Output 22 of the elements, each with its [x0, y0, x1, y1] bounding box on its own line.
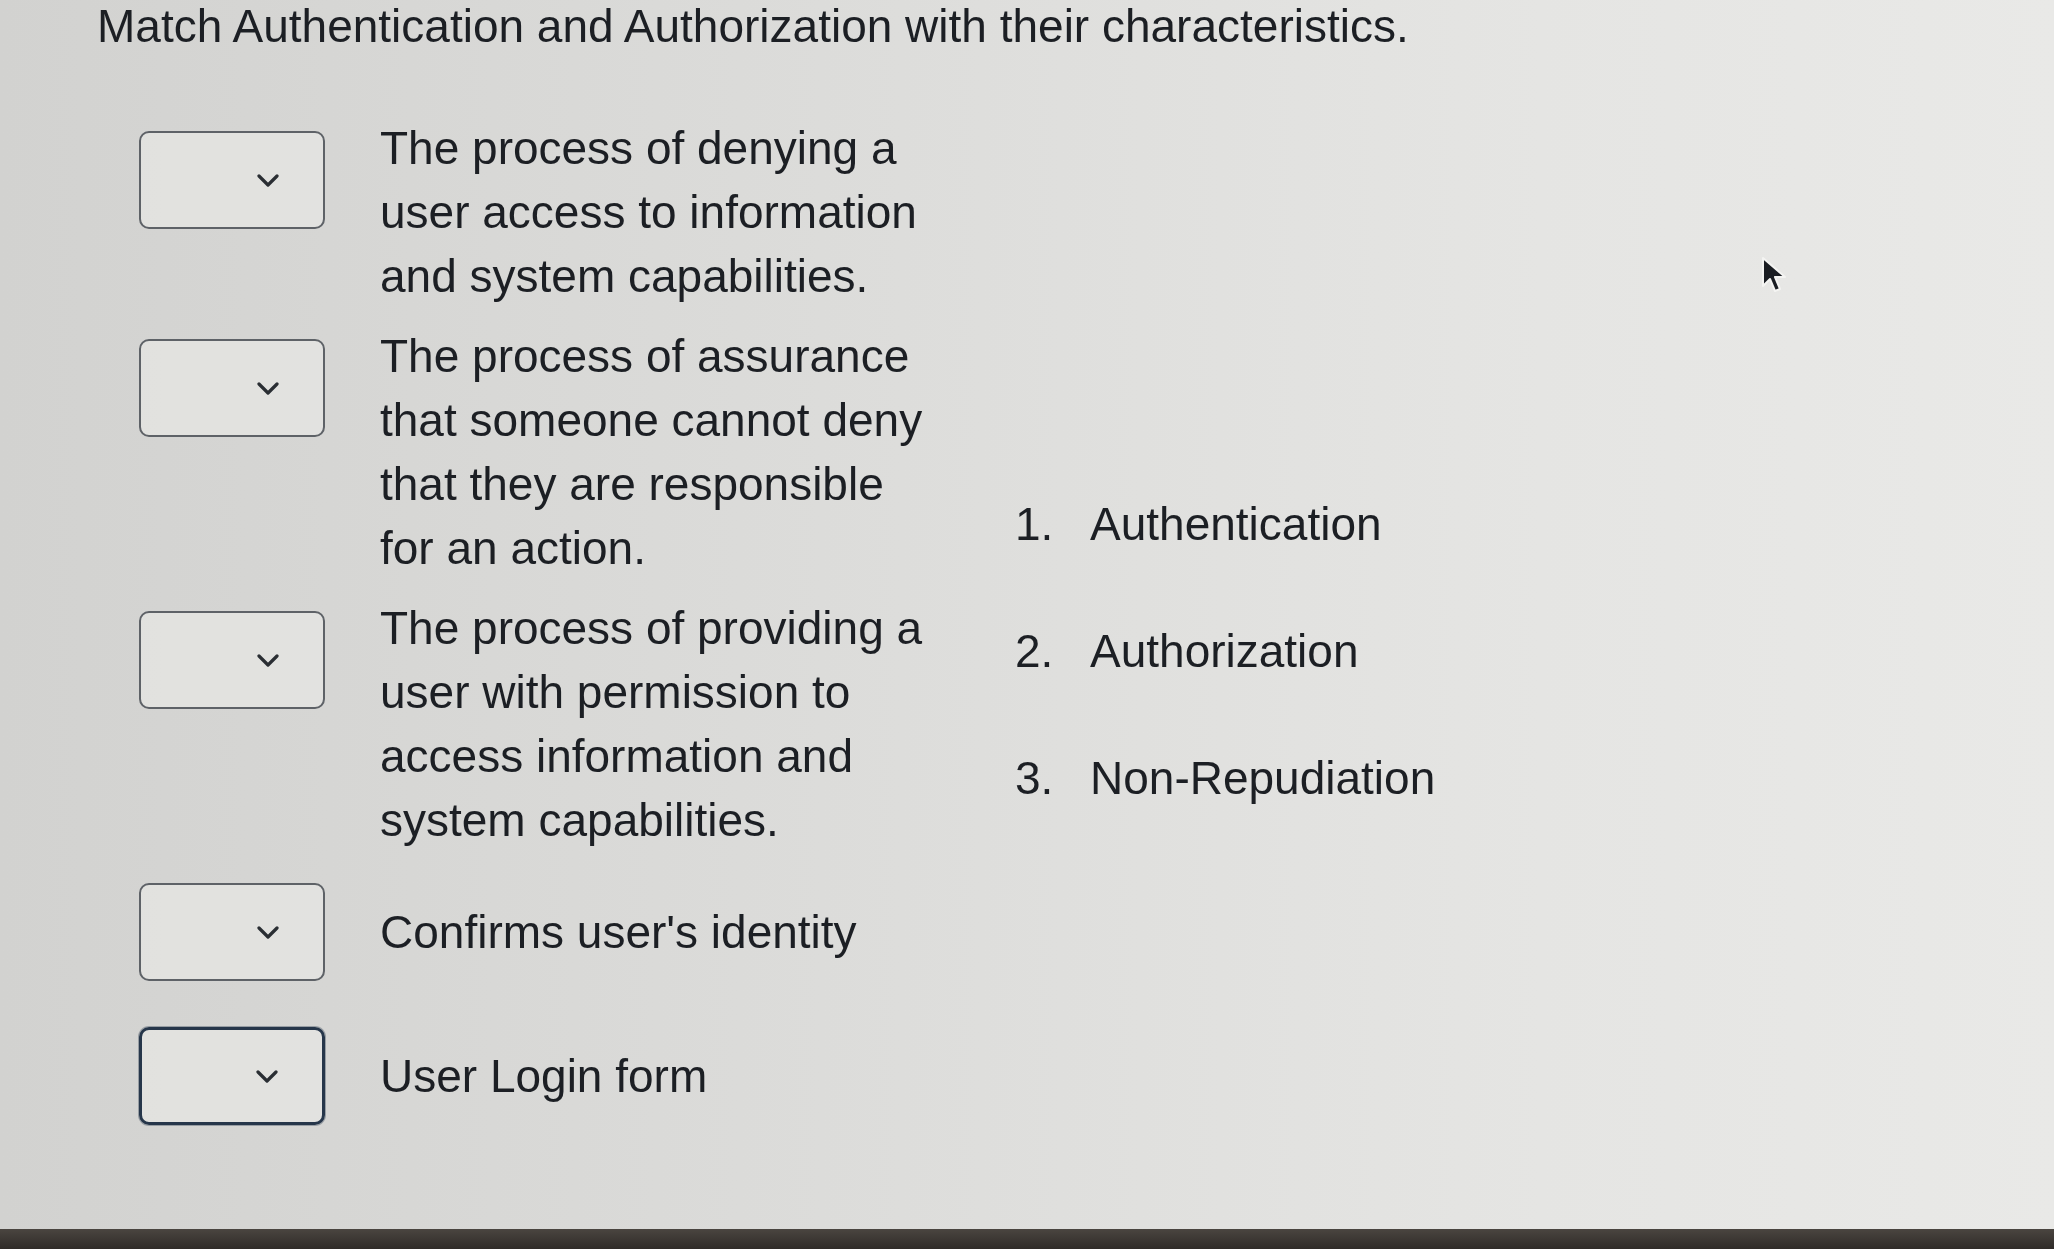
answer-dropdown[interactable]: [139, 339, 325, 437]
match-description: The process of assurance that someone cannot deny that they are responsible for an action.: [380, 329, 924, 576]
option-number: 1.: [1015, 497, 1055, 552]
chevron-down-icon: [257, 653, 279, 667]
answer-dropdown[interactable]: [139, 131, 325, 229]
option-number: 3.: [1015, 751, 1055, 806]
chevron-down-icon: [257, 925, 279, 939]
answer-dropdown[interactable]: [139, 611, 325, 709]
match-description: Confirms user's identity: [380, 905, 858, 960]
match-description: User Login form: [380, 1049, 709, 1104]
option-label: Authorization: [1090, 624, 1359, 679]
match-description: The process of denying a user access to information and system capabilities.: [380, 121, 918, 304]
option-number: 2.: [1015, 624, 1055, 679]
option-label: Non-Repudiation: [1090, 751, 1436, 806]
answer-dropdown[interactable]: [139, 883, 325, 981]
match-description: The process of providing a user with permission to access information and system capabilities.: [380, 601, 924, 848]
question-prompt: Match Authentication and Authorization with their characteristics.: [96, 0, 1410, 52]
chevron-down-icon: [256, 1069, 278, 1083]
chevron-down-icon: [257, 173, 279, 187]
answer-dropdown[interactable]: [139, 1027, 325, 1125]
chevron-down-icon: [257, 381, 279, 395]
option-label: Authentication: [1090, 497, 1382, 552]
